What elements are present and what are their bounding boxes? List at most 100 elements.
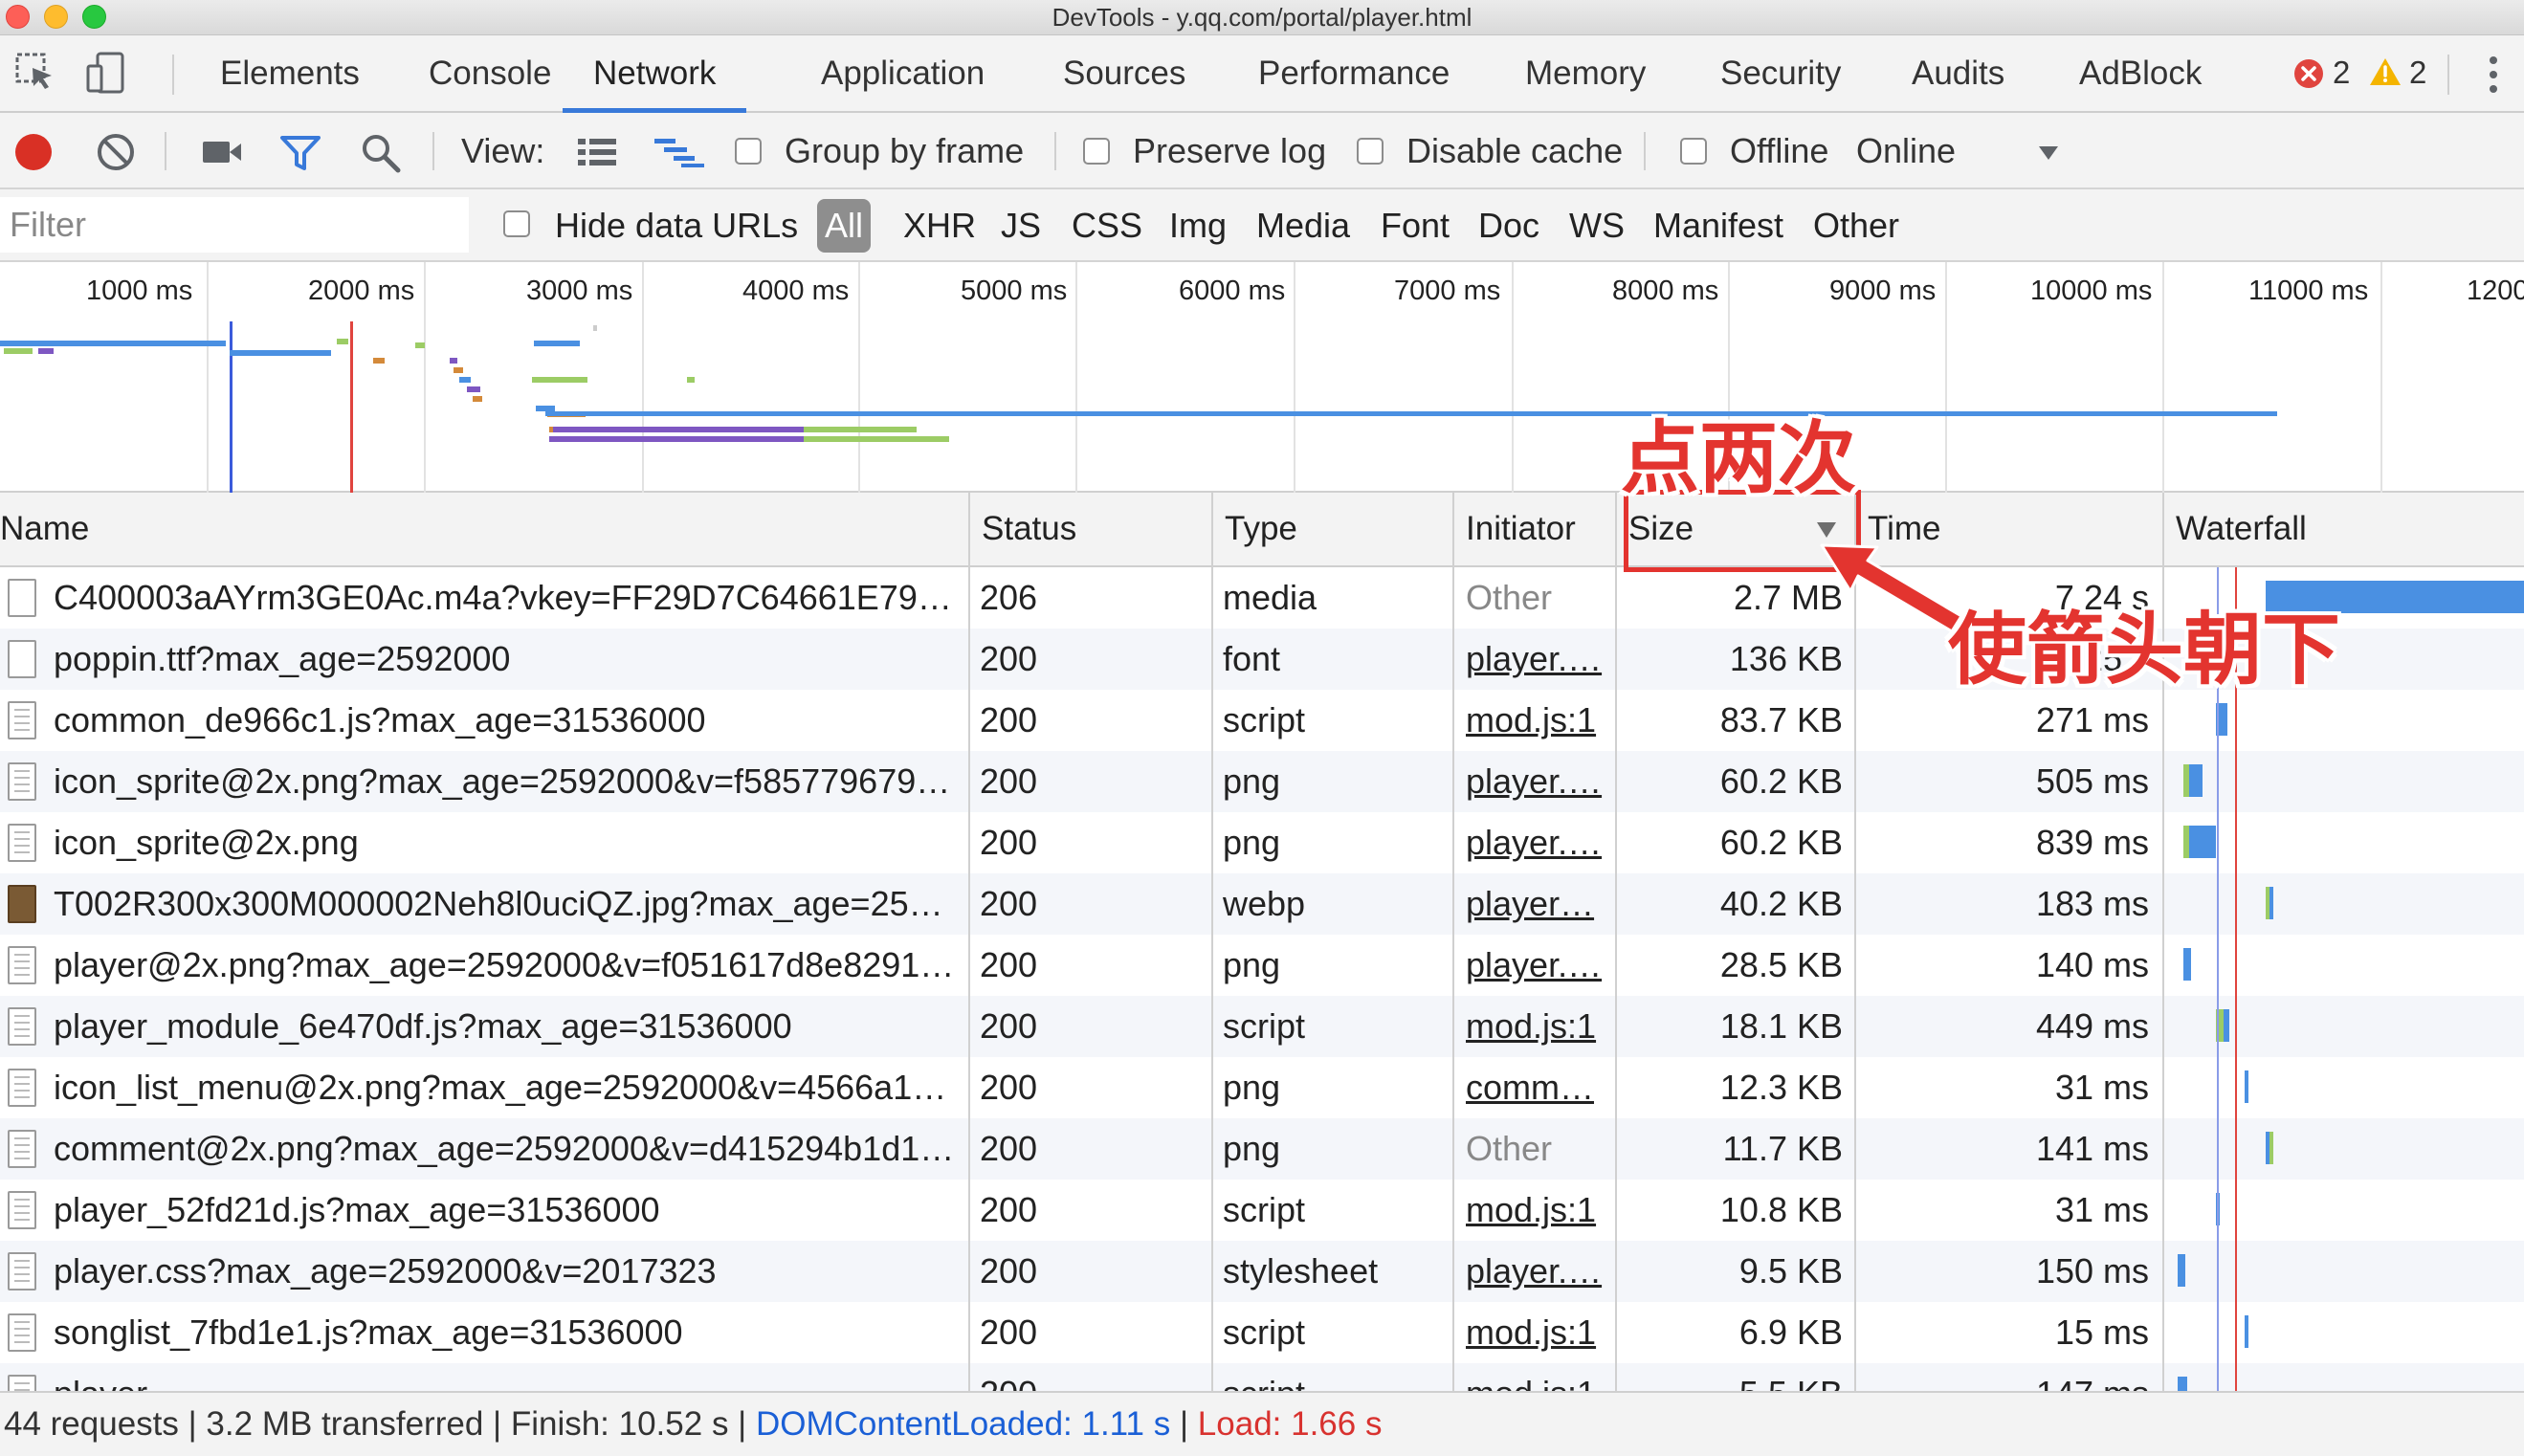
disable-cache-label[interactable]: Disable cache (1406, 113, 1623, 189)
tab-adblock[interactable]: AdBlock (2079, 35, 2202, 113)
throttling-select[interactable]: Online (1856, 113, 1956, 189)
request-initiator[interactable]: mod.js:1 (1466, 996, 1609, 1057)
column-header-initiator[interactable]: Initiator (1456, 493, 1576, 565)
request-status: 200 (980, 1251, 1038, 1291)
table-row[interactable]: icon_sprite@2x.png?max_age=2592000&v=f58… (0, 751, 2524, 812)
image-icon (8, 762, 36, 801)
table-row[interactable]: icon_list_menu@2x.png?max_age=2592000&v=… (0, 1057, 2524, 1118)
request-initiator[interactable]: mod.js:1 (1466, 1180, 1609, 1241)
hide-data-urls-checkbox[interactable] (503, 210, 530, 237)
timeline-tick-label: 9000 ms (1829, 276, 1937, 306)
timeline-bar (545, 411, 2277, 416)
offline-label[interactable]: Offline (1730, 113, 1828, 189)
filter-icon[interactable] (279, 134, 321, 172)
table-row[interactable]: comment@2x.png?max_age=2592000&v=d415294… (0, 1118, 2524, 1180)
search-icon[interactable] (360, 132, 402, 174)
request-initiator[interactable]: player.… (1466, 629, 1609, 690)
filter-input[interactable] (0, 197, 469, 253)
request-status: 200 (980, 1190, 1038, 1229)
filter-type-ws[interactable]: WS (1569, 189, 1625, 262)
filter-type-all[interactable]: All (817, 199, 872, 253)
timeline-bar (459, 377, 471, 383)
warning-count[interactable]: 2 (2409, 55, 2426, 91)
filter-type-doc[interactable]: Doc (1478, 189, 1539, 262)
filter-type-font[interactable]: Font (1381, 189, 1450, 262)
overview-waterfall-icon[interactable] (653, 136, 706, 168)
column-resizer[interactable] (1211, 493, 1213, 1391)
request-initiator[interactable]: player.… (1466, 935, 1609, 996)
error-count[interactable]: 2 (2333, 55, 2350, 91)
filter-type-manifest[interactable]: Manifest (1653, 189, 1783, 262)
request-initiator[interactable]: player.… (1466, 751, 1609, 812)
request-name: player_52fd21d.js?max_age=31536000 (54, 1190, 660, 1229)
close-window-button[interactable] (6, 5, 30, 29)
toolbar-divider (2447, 55, 2449, 95)
column-header-status[interactable]: Status (972, 493, 1076, 565)
inspect-element-icon[interactable] (13, 51, 57, 95)
column-header-name[interactable]: Name (0, 493, 89, 565)
table-row[interactable]: songlist_7fbd1e1.js?max_age=31536000 200 s… (0, 1302, 2524, 1363)
filter-type-media[interactable]: Media (1256, 189, 1350, 262)
filter-type-img[interactable]: Img (1169, 189, 1227, 262)
waterfall-bar (2183, 826, 2189, 858)
request-initiator[interactable]: player… (1466, 873, 1609, 935)
capture-screenshots-icon[interactable] (201, 138, 243, 166)
device-toolbar-icon[interactable] (84, 51, 128, 95)
tab-security[interactable]: Security (1720, 35, 1841, 113)
clear-icon[interactable] (96, 132, 136, 172)
offline-checkbox[interactable] (1680, 138, 1707, 165)
filter-type-other[interactable]: Other (1813, 189, 1899, 262)
large-rows-icon[interactable] (576, 136, 618, 168)
file-icon (8, 579, 36, 617)
more-options-icon[interactable] (2484, 53, 2503, 97)
column-resizer[interactable] (1452, 493, 1454, 1391)
table-row[interactable]: player.css?max_age=2592000&v=2017323 200 s… (0, 1241, 2524, 1302)
column-resizer[interactable] (968, 493, 970, 1391)
request-initiator[interactable]: mod.js:1 (1466, 1302, 1609, 1363)
request-type: png (1223, 1129, 1281, 1168)
tab-performance[interactable]: Performance (1258, 35, 1450, 113)
tab-sources[interactable]: Sources (1063, 35, 1185, 113)
zoom-window-button[interactable] (82, 5, 106, 29)
timeline-overview[interactable]: 1000 ms 2000 ms 3000 ms 4000 ms 5000 ms … (0, 262, 2524, 493)
tab-application[interactable]: Application (821, 35, 985, 113)
hide-data-urls-label[interactable]: Hide data URLs (555, 189, 798, 262)
column-header-waterfall[interactable]: Waterfall (2166, 493, 2307, 565)
tab-network[interactable]: Network (563, 35, 747, 113)
tab-elements[interactable]: Elements (220, 35, 360, 113)
group-by-frame-checkbox[interactable] (735, 138, 762, 165)
request-status: 200 (980, 761, 1038, 801)
table-row[interactable]: player_… 200 script mod.js:1 5.5 KB 147 ms (0, 1363, 2524, 1391)
request-name: poppin.ttf?max_age=2592000 (54, 639, 511, 678)
column-header-type[interactable]: Type (1215, 493, 1297, 565)
group-by-frame-label[interactable]: Group by frame (785, 113, 1024, 189)
request-size: 12.3 KB (1719, 1068, 1843, 1107)
tab-memory[interactable]: Memory (1525, 35, 1646, 113)
table-row[interactable]: T002R300x300M000002Neh8l0uciQZ.jpg?max_a… (0, 873, 2524, 935)
request-initiator[interactable]: player.… (1466, 1241, 1609, 1302)
filter-type-css[interactable]: CSS (1072, 189, 1142, 262)
table-row[interactable]: player@2x.png?max_age=2592000&v=f051617d… (0, 935, 2524, 996)
record-icon[interactable] (13, 132, 54, 172)
request-initiator[interactable]: mod.js:1 (1466, 690, 1609, 751)
request-size: 28.5 KB (1719, 945, 1843, 984)
timeline-bar (593, 325, 597, 331)
table-row[interactable]: icon_sprite@2x.png 200 png player.… 60.2 KB 8… (0, 812, 2524, 873)
timeline-bar (4, 348, 33, 354)
table-row[interactable]: player_52fd21d.js?max_age=31536000 200 scr… (0, 1180, 2524, 1241)
filter-type-js[interactable]: JS (1001, 189, 1041, 262)
tab-audits[interactable]: Audits (1912, 35, 2004, 113)
request-name: comment@2x.png?max_age=2592000&v=d415294… (54, 1129, 955, 1168)
preserve-log-label[interactable]: Preserve log (1133, 113, 1326, 189)
disable-cache-checkbox[interactable] (1357, 138, 1384, 165)
request-initiator[interactable]: mod.js:1 (1466, 1363, 1609, 1391)
chevron-down-icon[interactable] (2038, 145, 2059, 161)
request-initiator[interactable]: comm… (1466, 1057, 1609, 1118)
column-resizer[interactable] (1615, 493, 1617, 1391)
table-row[interactable]: player_module_6e470df.js?max_age=3153600… (0, 996, 2524, 1057)
filter-type-xhr[interactable]: XHR (903, 189, 976, 262)
tab-console[interactable]: Console (429, 35, 551, 113)
request-initiator[interactable]: player.… (1466, 812, 1609, 873)
minimize-window-button[interactable] (44, 5, 68, 29)
preserve-log-checkbox[interactable] (1083, 138, 1110, 165)
